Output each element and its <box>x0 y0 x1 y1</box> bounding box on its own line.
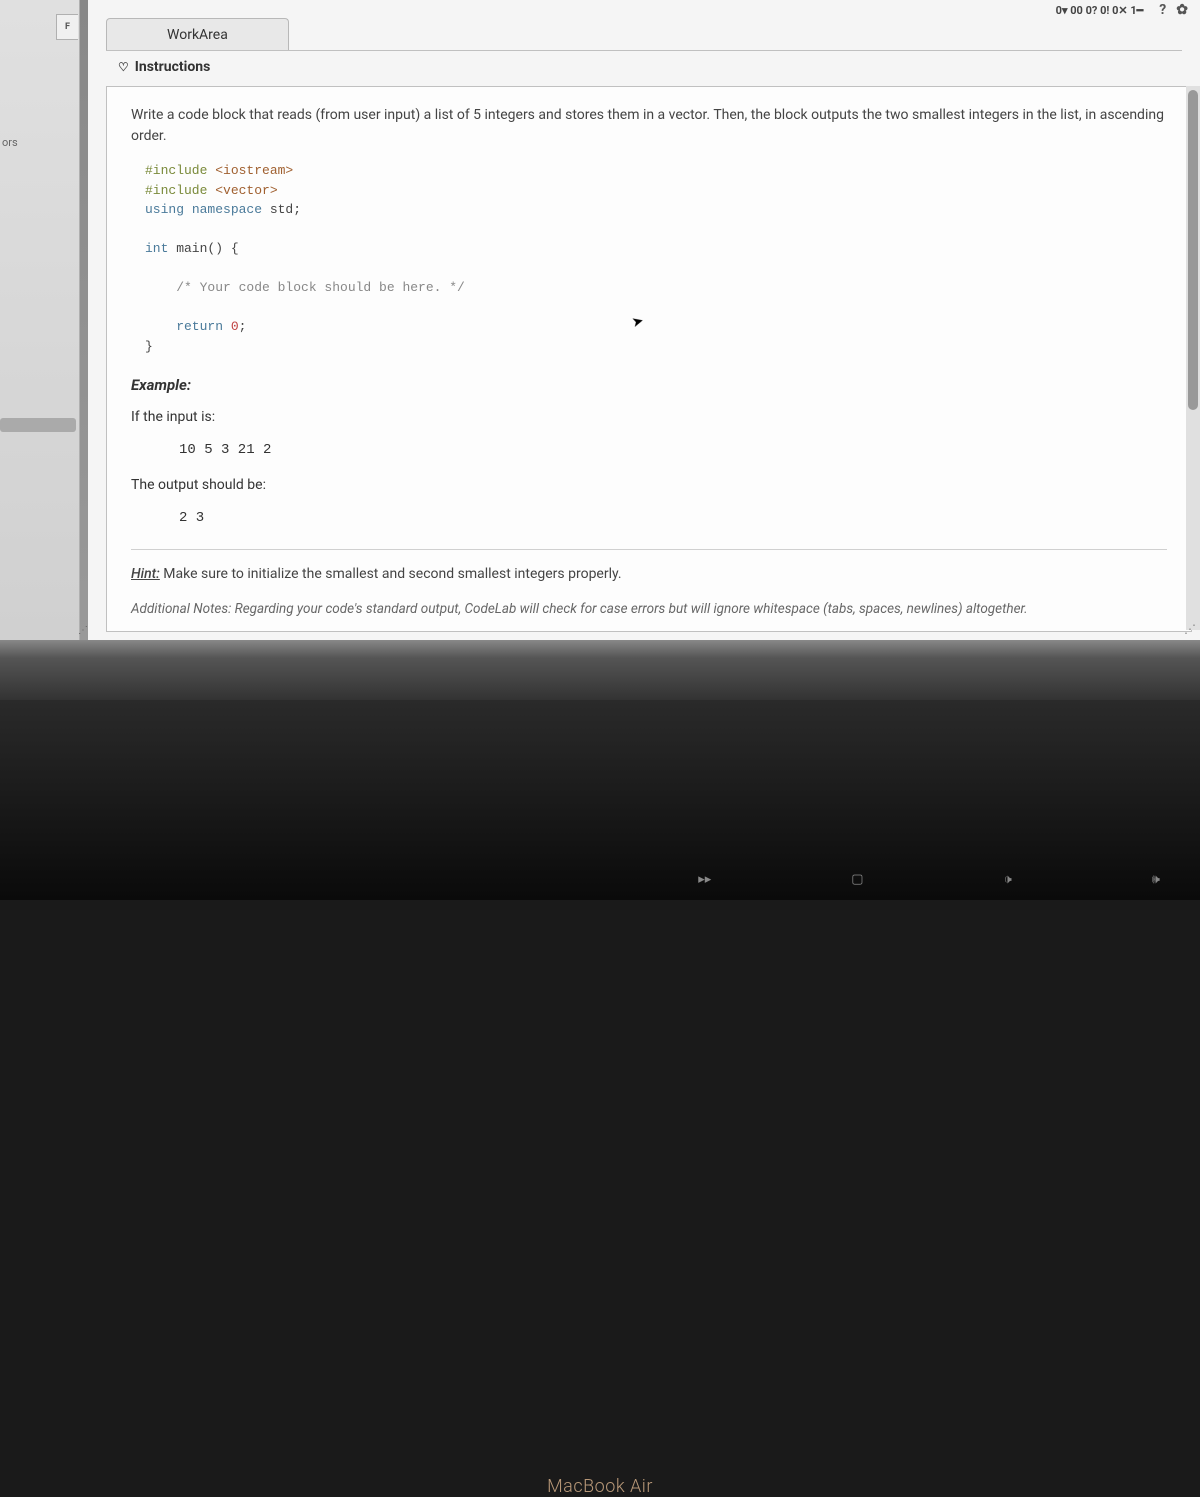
code-token: namespace <box>184 202 262 217</box>
hint-line: Hint: Make sure to initialize the smalle… <box>131 564 1167 585</box>
example-input-label: If the input is: <box>131 407 1167 428</box>
media-next-key[interactable]: ▸▸ <box>698 872 711 887</box>
pane-resize-divider[interactable]: ⋰ <box>80 0 88 640</box>
code-token: #include <box>145 163 207 178</box>
example-output-label: The output should be: <box>131 475 1167 496</box>
code-token: main() { <box>168 241 238 256</box>
left-sidebar: F ors <box>0 0 80 640</box>
sidebar-scrollbar[interactable] <box>0 418 76 432</box>
hint-label: Hint: <box>131 566 160 582</box>
instructions-panel: Write a code block that reads (from user… <box>106 86 1192 632</box>
volume-up-key[interactable]: 🕪 <box>1152 872 1160 887</box>
additional-notes: Additional Notes: Regarding your code's … <box>131 599 1167 619</box>
hint-text: Make sure to initialize the smallest and… <box>160 566 622 582</box>
section-divider <box>131 549 1167 550</box>
code-token: using <box>145 202 184 217</box>
tab-bar: WorkArea <box>106 18 289 51</box>
problem-statement: Write a code block that reads (from user… <box>131 105 1167 147</box>
heart-icon: ♡ <box>118 60 129 74</box>
example-input-value: 10 5 3 21 2 <box>179 440 1167 461</box>
code-token: <vector> <box>207 183 277 198</box>
laptop-keyboard: MacBook Air ▸▸ ▢ 🕩 🕪 <box>0 700 1200 900</box>
laptop-hinge <box>0 640 1200 700</box>
code-token: return <box>145 319 223 334</box>
resize-handle-icon: ⋰ <box>78 625 88 636</box>
example-heading: Example: <box>131 374 1167 397</box>
code-token: #include <box>145 183 207 198</box>
media-stop-key[interactable]: ▢ <box>851 872 863 887</box>
help-icon[interactable]: ? <box>1159 2 1166 18</box>
gear-icon[interactable]: ✿ <box>1176 2 1188 18</box>
tab-workarea[interactable]: WorkArea <box>106 18 289 51</box>
sidebar-collapse-tab[interactable]: F <box>56 14 78 40</box>
function-key-row: ▸▸ ▢ 🕩 🕪 <box>160 864 1160 894</box>
code-token: ; <box>239 319 247 334</box>
main-content: 0▾ 00 0? 0! 0✕ 1━ ? ✿ WorkArea ♡ Instruc… <box>88 0 1200 640</box>
sidebar-label-fragment: ors <box>0 136 18 149</box>
top-toolbar: 0▾ 00 0? 0! 0✕ 1━ ? ✿ <box>1056 0 1188 20</box>
example-output-value: 2 3 <box>179 508 1167 529</box>
instructions-label: Instructions <box>135 59 211 75</box>
device-brand-label: MacBook Air <box>0 1476 1200 1497</box>
code-token: int <box>145 241 168 256</box>
code-token: std; <box>262 202 301 217</box>
status-indicators: 0▾ 00 0? 0! 0✕ 1━ <box>1056 4 1144 17</box>
corner-resize-icon[interactable]: ⋰ <box>1184 622 1196 636</box>
instructions-header[interactable]: ♡ Instructions <box>106 50 1182 83</box>
code-token: /* Your code block should be here. */ <box>145 280 465 295</box>
scrollbar-thumb[interactable] <box>1188 90 1198 410</box>
screen-area: F ors ⋰ 0▾ 00 0? 0! 0✕ 1━ ? ✿ WorkArea ♡… <box>0 0 1200 640</box>
code-skeleton: #include <iostream> #include <vector> us… <box>145 161 1167 356</box>
code-token: 0 <box>223 319 239 334</box>
code-token: <iostream> <box>207 163 293 178</box>
volume-down-key[interactable]: 🕩 <box>1004 872 1012 887</box>
code-token: } <box>145 339 153 354</box>
